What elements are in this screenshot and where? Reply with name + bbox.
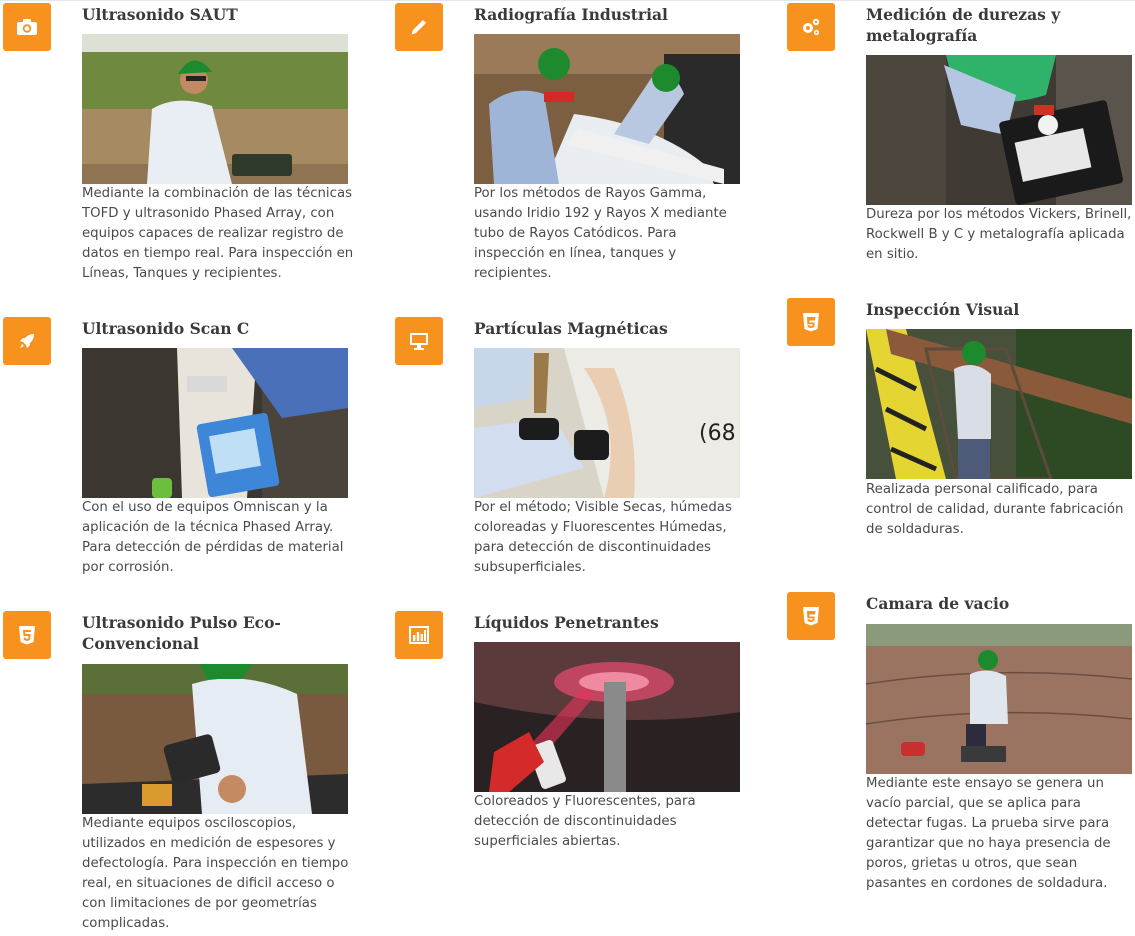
service-photo: (68 xyxy=(474,348,740,498)
service-title: Ultrasonido SAUT xyxy=(82,5,238,24)
pencil-icon xyxy=(395,3,443,51)
service-description: Mediante este ensayo se genera un vacío … xyxy=(866,776,1111,891)
service-description: Por el método; Visible Secas, húmedas co… xyxy=(474,500,732,575)
svg-text:(68: (68 xyxy=(699,421,736,446)
service-title: Camara de vacio xyxy=(866,594,1010,613)
service-title: Ultrasonido Pulso Eco-Convencional xyxy=(82,613,281,653)
service-description: Por los métodos de Rayos Gamma, usando I… xyxy=(474,186,727,281)
service-title: Líquidos Penetrantes xyxy=(474,613,659,632)
html5-icon xyxy=(3,611,51,659)
service-photo xyxy=(82,348,348,498)
service-photo xyxy=(866,55,1132,205)
service-photo xyxy=(474,642,740,792)
service-title: Partículas Magnéticas xyxy=(474,319,668,338)
service-description: Mediante la combinación de las técnicas … xyxy=(82,186,354,281)
service-photo xyxy=(866,329,1132,479)
gears-icon xyxy=(787,3,835,51)
css3-icon xyxy=(787,298,835,346)
service-title: Ultrasonido Scan C xyxy=(82,319,250,338)
bar-chart-icon xyxy=(395,611,443,659)
service-title: Inspección Visual xyxy=(866,300,1020,319)
service-photo xyxy=(82,664,348,814)
top-divider xyxy=(0,0,1135,1)
service-description: Con el uso de equipos Omniscan y la apli… xyxy=(82,500,344,575)
service-description: Realizada personal calificado, para cont… xyxy=(866,482,1124,537)
service-photo xyxy=(82,34,348,184)
monitor-icon xyxy=(395,317,443,365)
service-description: Mediante equipos osciloscopios, utilizad… xyxy=(82,816,349,931)
service-title: Radiografía Industrial xyxy=(474,5,668,24)
camera-icon xyxy=(3,3,51,51)
css3-icon xyxy=(787,592,835,640)
service-photo xyxy=(866,624,1132,774)
service-description: Coloreados y Fluorescentes, para detecci… xyxy=(474,794,696,849)
service-photo xyxy=(474,34,740,184)
service-description: Dureza por los métodos Vickers, Brinell,… xyxy=(866,207,1132,262)
service-title: Medición de durezas y metalografía xyxy=(866,5,1061,45)
rocket-icon xyxy=(3,317,51,365)
